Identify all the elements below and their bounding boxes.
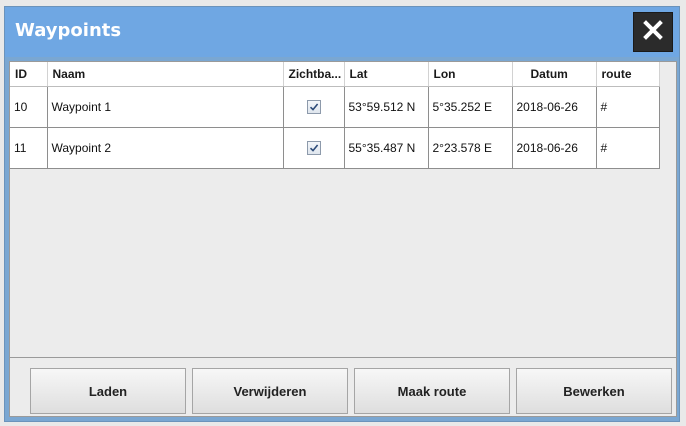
window-title: Waypoints xyxy=(15,20,122,41)
column-header-datum[interactable]: Datum xyxy=(512,62,597,87)
close-icon xyxy=(643,20,663,44)
table-row[interactable]: 11 Waypoint 2 55°35.487 N 2°23.578 E 201… xyxy=(10,127,660,169)
column-header-id[interactable]: ID xyxy=(10,62,48,87)
cell-zichtbaar[interactable] xyxy=(283,127,345,169)
cell-naam[interactable]: Waypoint 1 xyxy=(47,86,284,128)
checkmark-icon xyxy=(309,144,318,153)
cell-route[interactable]: # xyxy=(596,127,660,169)
close-button[interactable] xyxy=(633,12,673,52)
laden-button[interactable]: Laden xyxy=(30,368,186,414)
cell-lon[interactable]: 5°35.252 E xyxy=(428,86,513,128)
cell-route[interactable]: # xyxy=(596,86,660,128)
cell-datum[interactable]: 2018-06-26 xyxy=(512,86,597,128)
cell-lon[interactable]: 2°23.578 E xyxy=(428,127,513,169)
visible-checkbox[interactable] xyxy=(306,141,321,156)
cell-zichtbaar[interactable] xyxy=(283,86,345,128)
cell-datum[interactable]: 2018-06-26 xyxy=(512,127,597,169)
title-bar: Waypoints xyxy=(5,7,679,57)
button-bar: Laden Verwijderen Maak route Bewerken xyxy=(10,357,676,416)
waypoints-window: Waypoints ID Naam Zichtba... Lat Lon Dat… xyxy=(4,6,680,422)
cell-id[interactable]: 11 xyxy=(10,127,48,169)
column-header-naam[interactable]: Naam xyxy=(47,62,284,87)
column-header-route[interactable]: route xyxy=(596,62,660,87)
maak-route-button[interactable]: Maak route xyxy=(354,368,510,414)
column-header-lat[interactable]: Lat xyxy=(344,62,429,87)
checkmark-icon xyxy=(309,103,318,112)
verwijderen-button[interactable]: Verwijderen xyxy=(192,368,348,414)
cell-lat[interactable]: 55°35.487 N xyxy=(344,127,429,169)
cell-naam[interactable]: Waypoint 2 xyxy=(47,127,284,169)
bewerken-button[interactable]: Bewerken xyxy=(516,368,672,414)
waypoints-table: ID Naam Zichtba... Lat Lon Datum route 1… xyxy=(10,62,660,169)
column-header-zichtbaar[interactable]: Zichtba... xyxy=(283,62,345,87)
table-header-row: ID Naam Zichtba... Lat Lon Datum route xyxy=(10,62,660,87)
waypoints-panel: ID Naam Zichtba... Lat Lon Datum route 1… xyxy=(9,61,677,417)
cell-lat[interactable]: 53°59.512 N xyxy=(344,86,429,128)
table-row[interactable]: 10 Waypoint 1 53°59.512 N 5°35.252 E 201… xyxy=(10,86,660,128)
column-header-lon[interactable]: Lon xyxy=(428,62,513,87)
cell-id[interactable]: 10 xyxy=(10,86,48,128)
visible-checkbox[interactable] xyxy=(306,100,321,115)
